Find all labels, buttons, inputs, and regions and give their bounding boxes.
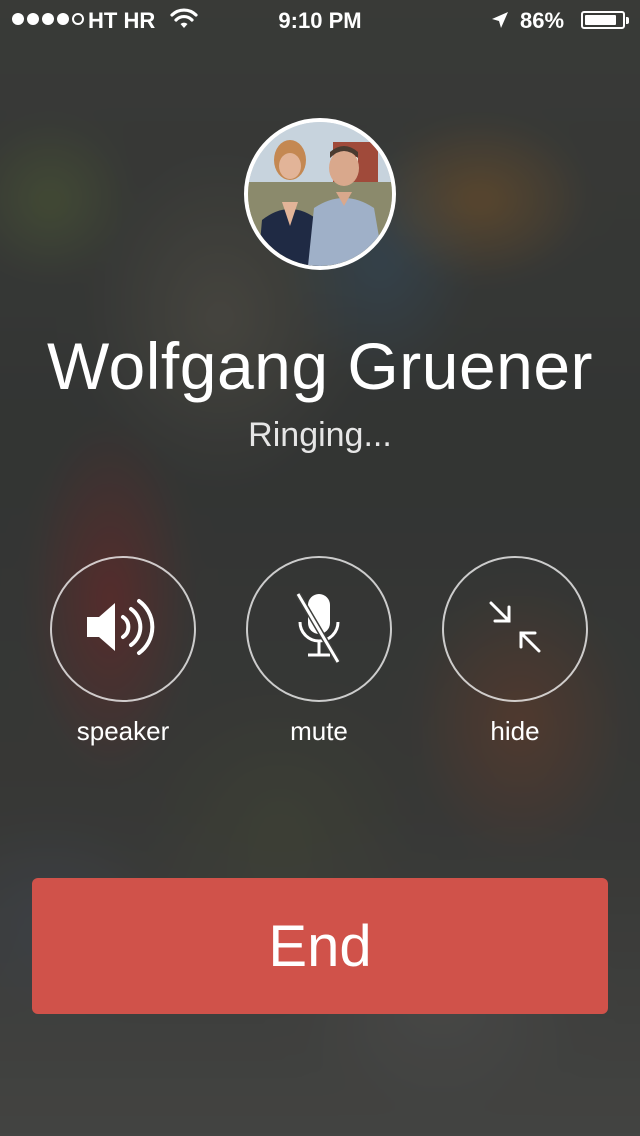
mute-button[interactable]: mute (244, 556, 394, 747)
speaker-button[interactable]: speaker (48, 556, 198, 747)
end-call-button[interactable]: End (32, 878, 608, 1014)
location-arrow-icon (490, 10, 510, 36)
contact-avatar (244, 118, 396, 270)
hide-button[interactable]: hide (440, 556, 590, 747)
status-bar: HT HR 9:10 PM 86% (0, 0, 640, 40)
microphone-off-icon (294, 590, 344, 669)
battery-icon (581, 11, 629, 29)
speaker-icon (85, 595, 161, 664)
call-status: Ringing... (248, 416, 392, 454)
call-screen: HT HR 9:10 PM 86% Wolfgang Gruener Ringi… (0, 0, 640, 1136)
collapse-arrows-icon (485, 597, 545, 662)
speaker-label: speaker (76, 716, 170, 746)
contact-name: Wolfgang Gruener (46, 329, 594, 403)
end-call-label: End (268, 913, 372, 979)
mute-label: mute (290, 716, 348, 746)
battery-percent: 86% (520, 8, 565, 33)
hide-label: hide (490, 716, 540, 746)
